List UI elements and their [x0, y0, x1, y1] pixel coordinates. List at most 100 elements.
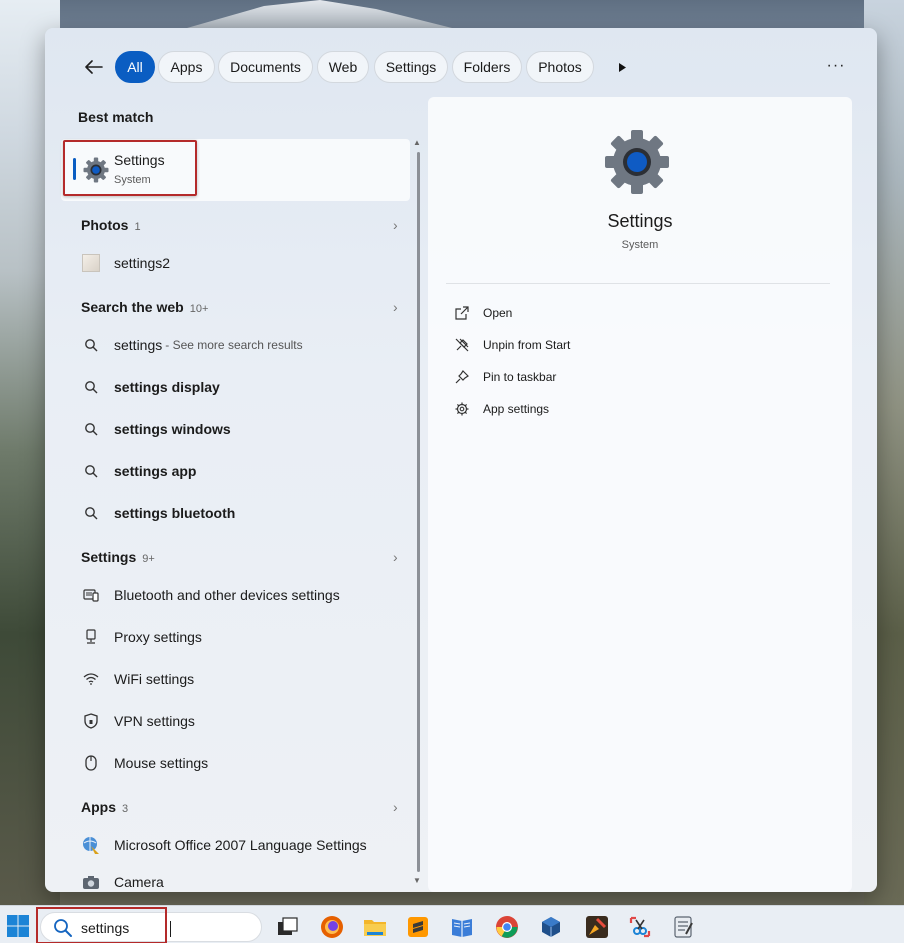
web-heading[interactable]: Search the web 10+ — [81, 299, 208, 315]
task-view-icon[interactable] — [276, 915, 300, 939]
app-result-item[interactable]: Camera — [81, 872, 401, 892]
web-heading-label: Search the web — [81, 299, 184, 315]
search-icon — [81, 419, 101, 439]
photos-heading-label: Photos — [81, 217, 129, 233]
file-explorer-icon[interactable] — [363, 915, 387, 939]
paint-app-icon[interactable] — [585, 915, 609, 939]
settings-result-item[interactable]: Mouse settings — [81, 748, 401, 778]
windows-logo-icon[interactable] — [7, 915, 29, 937]
settings-count: 9+ — [142, 553, 155, 565]
play-right-icon — [618, 62, 626, 72]
photos-heading[interactable]: Photos 1 — [81, 217, 141, 233]
apps-count: 3 — [122, 803, 129, 815]
text-caret — [170, 921, 171, 937]
action-pin-to-taskbar[interactable]: Pin to taskbar — [454, 366, 556, 388]
chevron-right-icon[interactable]: › — [393, 549, 398, 565]
scroll-down-arrow[interactable]: ▼ — [413, 876, 421, 885]
settings-result-label: Mouse settings — [114, 755, 209, 771]
action-unpin-from-start[interactable]: Unpin from Start — [454, 334, 570, 356]
chevron-right-icon[interactable]: › — [393, 217, 398, 233]
settings-result-label: VPN settings — [114, 713, 195, 729]
settings-result-item[interactable]: VPN settings — [81, 706, 401, 736]
image-thumbnail-icon — [81, 253, 101, 273]
divider — [446, 283, 830, 284]
filter-chip-apps[interactable]: Apps — [158, 51, 215, 83]
filter-chip-all[interactable]: All — [115, 51, 155, 83]
arrow-left-icon — [85, 60, 103, 74]
firefox-icon[interactable] — [320, 915, 344, 939]
overflow-menu-button[interactable]: ··· — [823, 53, 849, 79]
photos-count: 1 — [134, 221, 141, 233]
filter-bar: All Apps Documents Web Settings Folders … — [45, 50, 877, 84]
settings-heading-label: Settings — [81, 549, 137, 565]
action-label: App settings — [483, 402, 550, 416]
sublime-text-icon[interactable] — [406, 915, 430, 939]
filter-chip-folders[interactable]: Folders — [452, 51, 522, 83]
filter-chip-documents[interactable]: Documents — [218, 51, 313, 83]
unpin-icon — [454, 337, 470, 353]
back-button[interactable] — [81, 54, 107, 80]
web-result-label: settings — [114, 337, 163, 353]
results-list: Best match Settings System Photos 1 › se… — [45, 96, 421, 892]
more-filters-button[interactable] — [615, 58, 629, 76]
action-app-settings[interactable]: App settings — [454, 398, 549, 420]
virtualbox-icon[interactable] — [539, 915, 563, 939]
web-result-sub: - See more search results — [165, 338, 303, 352]
search-panel: All Apps Documents Web Settings Folders … — [45, 28, 877, 892]
camera-icon — [81, 872, 101, 892]
notepad-app-icon[interactable] — [671, 915, 695, 939]
search-icon — [81, 461, 101, 481]
chevron-right-icon[interactable]: › — [393, 299, 398, 315]
filter-chip-web[interactable]: Web — [317, 51, 369, 83]
chevron-right-icon[interactable]: › — [393, 799, 398, 815]
ellipsis-icon: ··· — [826, 57, 846, 74]
app-result-label: Camera — [114, 874, 164, 890]
book-app-icon[interactable] — [450, 915, 474, 939]
search-icon — [81, 377, 101, 397]
web-result-item[interactable]: settings - See more search results — [81, 330, 401, 360]
settings-result-label: Proxy settings — [114, 629, 202, 645]
action-open[interactable]: Open — [454, 302, 512, 324]
wifi-icon — [81, 669, 101, 689]
detail-title: Settings — [607, 211, 673, 231]
action-label: Pin to taskbar — [483, 370, 557, 384]
filter-chip-photos[interactable]: Photos — [526, 51, 594, 83]
results-scrollbar[interactable] — [417, 152, 420, 872]
settings-heading[interactable]: Settings 9+ — [81, 549, 155, 565]
list-item-label: settings2 — [114, 255, 171, 271]
web-result-item[interactable]: settings bluetooth — [81, 498, 401, 528]
bluetooth-devices-icon — [81, 585, 101, 605]
settings-result-item[interactable]: Bluetooth and other devices settings — [81, 580, 401, 610]
annotation-highlight-box — [36, 907, 167, 943]
taskbar: settings — [0, 905, 904, 943]
settings-result-item[interactable]: Proxy settings — [81, 622, 401, 652]
proxy-icon — [81, 627, 101, 647]
chrome-icon[interactable] — [495, 915, 519, 939]
action-label: Open — [483, 306, 513, 320]
settings-result-label: Bluetooth and other devices settings — [114, 587, 340, 603]
settings-result-label: WiFi settings — [114, 671, 195, 687]
open-external-icon — [454, 305, 470, 321]
filter-chip-settings[interactable]: Settings — [374, 51, 448, 83]
web-result-label: settings display — [114, 379, 220, 395]
settings-result-item[interactable]: WiFi settings — [81, 664, 401, 694]
detail-pane: Settings System Open Unpin from Start Pi… — [428, 97, 852, 892]
best-match-heading: Best match — [78, 109, 154, 125]
list-item[interactable]: settings2 — [81, 248, 401, 278]
gear-icon — [605, 130, 669, 194]
app-result-label: Microsoft Office 2007 Language Settings — [114, 837, 367, 853]
web-result-label: settings bluetooth — [114, 505, 236, 521]
scroll-up-arrow[interactable]: ▲ — [413, 138, 421, 147]
web-count: 10+ — [189, 303, 209, 315]
wallpaper-peak — [180, 0, 460, 30]
mouse-icon — [81, 753, 101, 773]
web-result-item[interactable]: settings display — [81, 372, 401, 402]
apps-heading[interactable]: Apps 3 — [81, 799, 128, 815]
snipping-tool-icon[interactable] — [628, 915, 652, 939]
annotation-highlight-box — [63, 140, 197, 196]
web-result-item[interactable]: settings app — [81, 456, 401, 486]
web-result-label: settings app — [114, 463, 197, 479]
web-result-item[interactable]: settings windows — [81, 414, 401, 444]
app-result-item[interactable]: Microsoft Office 2007 Language Settings — [81, 830, 401, 860]
gear-small-icon — [454, 401, 470, 417]
